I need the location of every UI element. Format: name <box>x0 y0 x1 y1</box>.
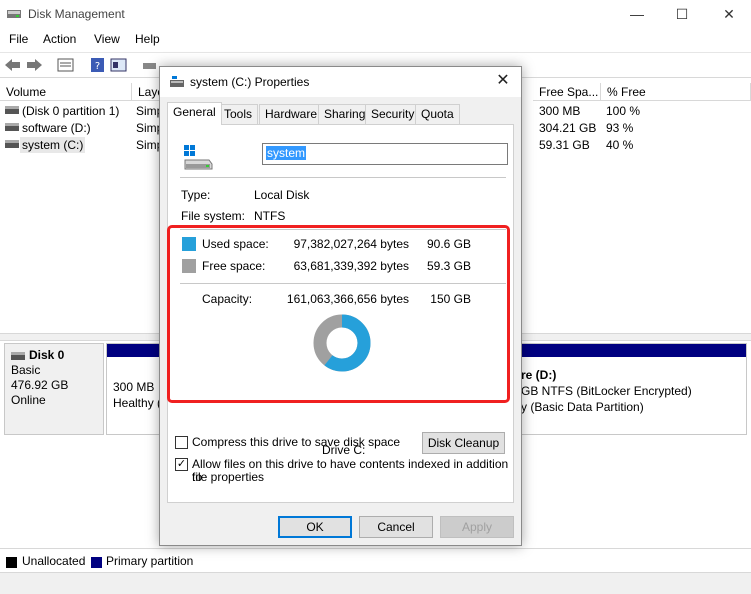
help-icon[interactable]: ? <box>89 57 107 73</box>
disk-size: 476.92 GB <box>11 378 69 392</box>
drive-icon <box>170 76 184 87</box>
disk-type: Basic <box>11 363 41 377</box>
close-button[interactable]: ✕ <box>714 4 744 24</box>
file-system-value: NTFS <box>254 209 286 223</box>
col-free-space[interactable]: Free Spa... <box>533 83 601 101</box>
col-percent-free[interactable]: % Free <box>601 83 751 101</box>
primary-partition-swatch <box>91 557 102 568</box>
volume-percent-free: 100 % <box>606 104 641 118</box>
cancel-button[interactable]: Cancel <box>359 516 433 538</box>
volume-percent-free: 40 % <box>606 138 634 152</box>
unallocated-swatch <box>6 557 17 568</box>
disk-usage-donut <box>313 314 371 372</box>
partition-info: GB NTFS (BitLocker Encrypted) <box>521 384 692 398</box>
partition-status: Healthy ( <box>113 396 162 410</box>
legend-unallocated: Unallocated <box>22 554 86 568</box>
disk-status: Online <box>11 393 46 407</box>
separator <box>180 229 506 230</box>
used-space-bytes: 97,382,027,264 bytes <box>293 237 409 251</box>
svg-text:?: ? <box>95 61 100 72</box>
partition-software-d[interactable]: re (D:) GB NTFS (BitLocker Encrypted) y … <box>500 343 747 435</box>
disk-0-label[interactable]: Disk 0 Basic 476.92 GB Online <box>4 343 104 435</box>
volume-name: software (D:) <box>22 121 91 135</box>
checkmark-icon: ✓ <box>176 458 187 470</box>
legend: Unallocated Primary partition <box>0 548 751 572</box>
connect-icon[interactable] <box>141 57 159 73</box>
volume-icon <box>5 123 19 131</box>
partition-size: 300 MB <box>113 380 155 394</box>
index-checkbox[interactable]: ✓ <box>175 458 188 471</box>
partition-status: y (Basic Data Partition) <box>521 400 644 414</box>
tab-sharing[interactable]: Sharing <box>318 104 372 124</box>
tab-general[interactable]: General <box>167 102 222 125</box>
maximize-button[interactable]: ☐ <box>667 4 697 24</box>
compress-label: Compress this drive to save disk space <box>192 435 401 449</box>
app-title: Disk Management <box>28 7 125 21</box>
legend-primary-partition: Primary partition <box>106 554 194 568</box>
disk-management-icon <box>7 10 21 18</box>
dialog-titlebar[interactable]: system (C:) Properties ✕ <box>160 67 521 97</box>
ok-button[interactable]: OK <box>278 516 352 538</box>
disk-name: Disk 0 <box>29 348 65 362</box>
disk-cleanup-button[interactable]: Disk Cleanup <box>422 432 505 454</box>
tab-tools[interactable]: Tools <box>218 104 259 124</box>
used-space-swatch <box>182 237 196 251</box>
partition-1[interactable]: 300 MB Healthy ( <box>106 343 166 435</box>
volume-free: 300 MB <box>539 104 581 118</box>
properties-dialog: system (C:) Properties ✕ General Tools H… <box>159 66 522 546</box>
menu-bar: File Action View Help <box>0 29 751 51</box>
separator <box>180 283 506 284</box>
compress-checkbox[interactable] <box>175 436 188 449</box>
volume-icon <box>5 106 19 114</box>
volume-percent-free: 93 % <box>606 121 634 135</box>
menu-file[interactable]: File <box>9 32 28 46</box>
free-space-bytes: 63,681,339,392 bytes <box>293 259 409 273</box>
menu-action[interactable]: Action <box>43 32 76 46</box>
partition-bar <box>501 344 746 357</box>
back-arrow-icon[interactable] <box>4 57 22 73</box>
used-space-label: Used space: <box>202 237 269 251</box>
col-layout[interactable]: Layo <box>132 83 160 101</box>
partition-name: re (D:) <box>521 368 557 382</box>
type-label: Type: <box>181 188 211 202</box>
tab-security[interactable]: Security <box>365 104 421 124</box>
capacity-label: Capacity: <box>202 292 253 306</box>
capacity-gb: 150 GB <box>430 292 471 306</box>
minimize-button[interactable]: — <box>622 4 652 24</box>
status-bar <box>0 572 751 594</box>
drive-name-input[interactable]: system <box>262 143 508 165</box>
file-system-label: File system: <box>181 209 246 223</box>
capacity-bytes: 161,063,366,656 bytes <box>286 292 409 306</box>
forward-arrow-icon[interactable] <box>25 57 43 73</box>
dialog-title: system (C:) Properties <box>190 75 310 89</box>
type-value: Local Disk <box>254 188 310 202</box>
menu-view[interactable]: View <box>94 32 120 46</box>
volume-name: (Disk 0 partition 1) <box>22 104 120 118</box>
menu-help[interactable]: Help <box>135 32 160 46</box>
tab-hardware[interactable]: Hardware <box>259 104 324 124</box>
tab-quota[interactable]: Quota <box>415 104 460 124</box>
properties-icon[interactable] <box>57 57 75 73</box>
index-label-line2: file properties <box>192 470 265 484</box>
free-space-swatch <box>182 259 196 273</box>
volume-free: 59.31 GB <box>539 138 590 152</box>
view-icon[interactable] <box>110 57 128 73</box>
free-space-gb: 59.3 GB <box>426 259 471 273</box>
volume-name: system (C:) <box>20 137 86 153</box>
col-volume[interactable]: Volume <box>0 83 132 101</box>
app-titlebar: Disk Management — ☐ ✕ <box>0 0 751 28</box>
partition-bar <box>107 344 165 357</box>
apply-button[interactable]: Apply <box>440 516 514 538</box>
local-disk-icon <box>184 145 213 170</box>
free-space-label: Free space: <box>202 259 266 273</box>
volume-free: 304.21 GB <box>539 121 597 135</box>
volume-icon <box>5 140 19 148</box>
separator <box>180 177 506 178</box>
dialog-close-button[interactable]: ✕ <box>493 71 513 91</box>
disk-icon <box>11 351 25 360</box>
used-space-gb: 90.6 GB <box>426 237 471 251</box>
